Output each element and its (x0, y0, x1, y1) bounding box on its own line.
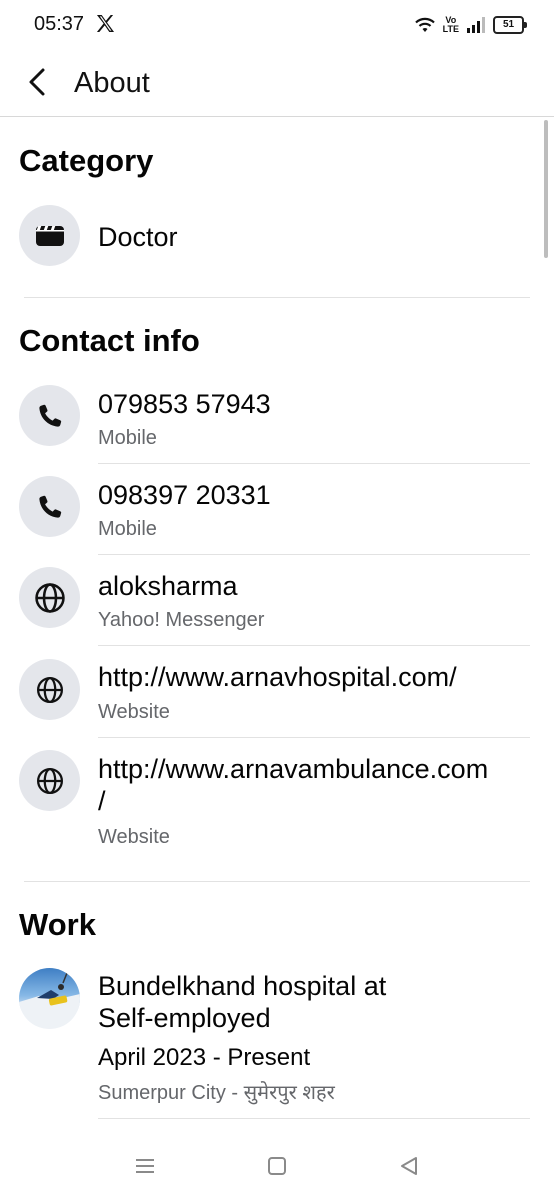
globe-icon (36, 767, 63, 794)
section-divider (24, 297, 530, 298)
row-divider (98, 1118, 530, 1119)
contact-icon-circle (19, 567, 80, 628)
scrollbar[interactable] (544, 120, 548, 258)
contact-type-label: Website (98, 826, 170, 848)
phone-icon (38, 495, 61, 518)
clapperboard-icon (35, 225, 64, 246)
contact-icon-circle (19, 476, 80, 537)
contact-icon-circle (19, 750, 80, 811)
row-divider (98, 463, 530, 464)
work-title: Bundelkhand hospital at Self-employed (98, 970, 386, 1034)
page-title: About (74, 67, 150, 99)
x-app-icon (96, 14, 115, 33)
website-link[interactable]: http://www.arnavambulance.com / (98, 753, 488, 817)
chevron-left-icon (29, 68, 45, 96)
header: About (0, 50, 554, 117)
category-icon-circle (19, 205, 80, 266)
work-title-line1: Bundelkhand hospital at (98, 971, 387, 1001)
work-section-title: Work (19, 907, 96, 942)
contact-type-label: Yahoo! Messenger (98, 609, 265, 631)
work-dates: April 2023 - Present (98, 1044, 311, 1071)
globe-icon (34, 582, 65, 613)
row-divider (98, 737, 530, 738)
row-divider (98, 554, 530, 555)
workplace-photo (19, 972, 80, 1029)
globe-icon (36, 676, 63, 703)
category-section-title: Category (19, 143, 154, 178)
system-nav-bar (0, 1130, 554, 1200)
status-bar: 05:37 Vo LTE 51 (0, 0, 554, 50)
contact-type-label: Website (98, 701, 170, 723)
back-button[interactable] (18, 62, 58, 102)
menu-nav-icon[interactable] (131, 1152, 159, 1180)
website-link-line1: http://www.arnavambulance.com (98, 754, 489, 784)
phone-number[interactable]: 079853 57943 (98, 388, 271, 420)
category-value: Doctor (98, 222, 178, 252)
work-title-line2: Self-employed (98, 1003, 271, 1033)
website-link-line2: / (98, 786, 106, 816)
signal-icon (467, 17, 485, 33)
contact-type-label: Mobile (98, 518, 157, 540)
status-time: 05:37 (34, 13, 85, 35)
section-divider (24, 881, 530, 882)
back-nav-icon[interactable] (395, 1152, 423, 1180)
work-location: Sumerpur City - सुमेरपुर शहर (98, 1082, 335, 1104)
battery-icon: 51 (493, 16, 527, 34)
contact-type-label: Mobile (98, 427, 157, 449)
phone-number[interactable]: 098397 20331 (98, 479, 271, 511)
home-nav-icon[interactable] (263, 1152, 291, 1180)
volte-indicator: Vo LTE (442, 15, 459, 34)
messenger-id[interactable]: aloksharma (98, 570, 238, 602)
website-link[interactable]: http://www.arnavhospital.com/ (98, 661, 457, 693)
contact-icon-circle (19, 659, 80, 720)
phone-icon (38, 404, 61, 427)
wifi-icon (414, 17, 435, 32)
row-divider (98, 645, 530, 646)
contact-icon-circle (19, 385, 80, 446)
workplace-avatar[interactable] (19, 968, 80, 1029)
contact-section-title: Contact info (19, 323, 200, 358)
